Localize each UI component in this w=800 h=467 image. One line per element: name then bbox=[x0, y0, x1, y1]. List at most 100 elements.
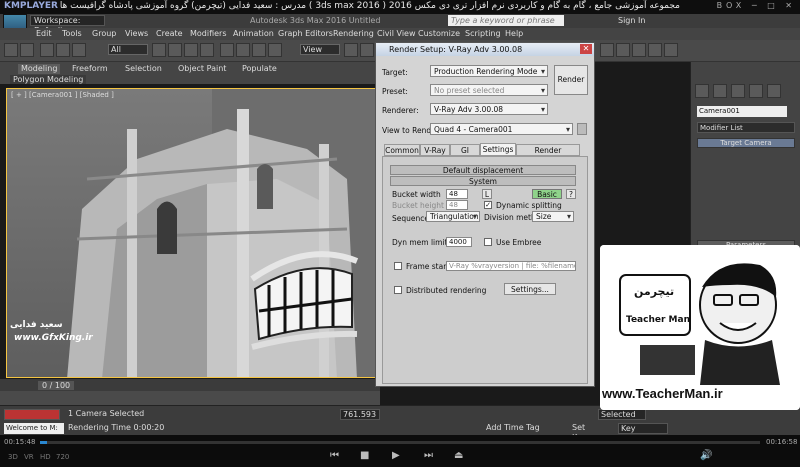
snap-icon[interactable] bbox=[360, 43, 374, 57]
bucket-width-input[interactable]: 48 bbox=[446, 189, 468, 199]
distributed-settings-button[interactable]: Settings... bbox=[504, 283, 556, 295]
workspace-dropdown[interactable]: Workspace: Default bbox=[30, 15, 105, 35]
display-tab-icon[interactable] bbox=[767, 84, 781, 98]
menu-rendering[interactable]: Rendering bbox=[333, 29, 374, 38]
rollout-default-displacement[interactable]: Default displacement bbox=[390, 165, 576, 175]
bucket-height-input[interactable]: 48 bbox=[446, 200, 468, 210]
use-embree-checkbox[interactable] bbox=[484, 238, 492, 246]
renderer-dropdown[interactable]: V-Ray Adv 3.00.08 bbox=[430, 103, 548, 115]
division-method-dropdown[interactable]: Size bbox=[532, 211, 574, 222]
menu-animation[interactable]: Animation bbox=[233, 29, 274, 38]
tab-settings[interactable]: Settings bbox=[480, 143, 516, 156]
player-window-controls[interactable]: BOX ─ □ ✕ bbox=[717, 1, 796, 10]
tab-gi[interactable]: GI bbox=[450, 144, 480, 156]
dyn-mem-input[interactable]: 4000 bbox=[446, 237, 472, 247]
frame-stamp-checkbox[interactable] bbox=[394, 262, 402, 270]
selection-filter-dropdown[interactable]: All bbox=[108, 44, 148, 55]
next-icon[interactable]: ⏭ bbox=[424, 450, 433, 461]
player-720-button[interactable]: 720 bbox=[56, 453, 69, 461]
ribbon-tab-object-paint[interactable]: Object Paint bbox=[178, 64, 226, 74]
ribbon-polygon-modeling[interactable]: Polygon Modeling bbox=[10, 75, 87, 84]
player-hd-button[interactable]: HD bbox=[40, 453, 51, 461]
modifier-stack-target-camera[interactable]: Target Camera bbox=[697, 138, 795, 148]
ribbon-tab-populate[interactable]: Populate bbox=[242, 64, 277, 74]
tab-vray[interactable]: V-Ray bbox=[420, 144, 450, 156]
menu-scripting[interactable]: Scripting bbox=[465, 29, 501, 38]
frame-counter[interactable]: 0 / 100 bbox=[38, 381, 75, 390]
render-button[interactable]: Render bbox=[554, 65, 588, 95]
modifier-list-dropdown[interactable]: Modifier List bbox=[697, 122, 795, 133]
motion-tab-icon[interactable] bbox=[749, 84, 763, 98]
dialog-title[interactable]: Render Setup: V-Ray Adv 3.00.08 bbox=[376, 43, 594, 56]
track-bar[interactable] bbox=[0, 391, 380, 405]
hierarchy-tab-icon[interactable] bbox=[731, 84, 745, 98]
view-to-render-dropdown[interactable]: Quad 4 - Camera001 bbox=[430, 123, 573, 135]
render-teapot-icon[interactable] bbox=[664, 43, 678, 57]
search-input[interactable]: Type a keyword or phrase bbox=[448, 15, 564, 26]
render-setup-icon[interactable] bbox=[616, 43, 630, 57]
window-crossing-icon[interactable] bbox=[200, 43, 214, 57]
close-icon[interactable]: ✕ bbox=[580, 44, 592, 54]
preset-dropdown[interactable]: No preset selected bbox=[430, 84, 548, 96]
selected-dropdown[interactable]: Selected bbox=[598, 409, 646, 420]
pivot-center-icon[interactable] bbox=[344, 43, 358, 57]
add-time-tag[interactable]: Add Time Tag bbox=[484, 423, 544, 434]
x-coordinate-field[interactable]: 761.593 bbox=[340, 409, 380, 420]
bind-spacewarp-icon[interactable] bbox=[72, 43, 86, 57]
rotate-icon[interactable] bbox=[236, 43, 250, 57]
set-key-button[interactable]: Set Key bbox=[570, 423, 598, 442]
lock-bucket-button[interactable]: L bbox=[482, 189, 492, 199]
sequence-dropdown[interactable]: Triangulation bbox=[426, 211, 480, 222]
menu-help[interactable]: Help bbox=[505, 29, 523, 38]
ribbon-tab-selection[interactable]: Selection bbox=[125, 64, 162, 74]
rectangle-selection-icon[interactable] bbox=[184, 43, 198, 57]
unlink-icon[interactable] bbox=[56, 43, 70, 57]
rendered-frame-window-icon[interactable] bbox=[632, 43, 646, 57]
stop-icon[interactable]: ■ bbox=[360, 450, 369, 461]
play-icon[interactable]: ▶ bbox=[392, 450, 400, 461]
menu-civil-view[interactable]: Civil View bbox=[377, 29, 416, 38]
distributed-rendering-checkbox[interactable] bbox=[394, 286, 402, 294]
link-icon[interactable] bbox=[40, 43, 54, 57]
time-slider[interactable]: 0 / 100 bbox=[0, 379, 380, 391]
undo-icon[interactable] bbox=[4, 43, 18, 57]
move-icon[interactable] bbox=[220, 43, 234, 57]
key-filters-button[interactable]: Key Filters... bbox=[618, 423, 668, 443]
eject-icon[interactable]: ⏏ bbox=[454, 450, 463, 461]
create-tab-icon[interactable] bbox=[695, 84, 709, 98]
select-object-icon[interactable] bbox=[152, 43, 166, 57]
rollout-system[interactable]: System bbox=[390, 176, 576, 186]
menu-tools[interactable]: Tools bbox=[62, 29, 82, 38]
tab-render-elements[interactable]: Render Elements bbox=[516, 144, 580, 166]
player-3d-button[interactable]: 3D bbox=[8, 453, 18, 461]
maxscript-listener[interactable] bbox=[4, 409, 60, 420]
select-by-name-icon[interactable] bbox=[168, 43, 182, 57]
ribbon-tab-freeform[interactable]: Freeform bbox=[72, 64, 108, 74]
ribbon-tab-modeling[interactable]: Modeling bbox=[18, 64, 61, 74]
lock-icon[interactable] bbox=[577, 123, 587, 135]
help-button[interactable]: ? bbox=[566, 189, 576, 199]
reference-coordinate-dropdown[interactable]: View bbox=[300, 44, 340, 55]
viewport-label[interactable]: [ + ] [Camera001 ] [Shaded ] bbox=[11, 91, 114, 99]
target-dropdown[interactable]: Production Rendering Mode bbox=[430, 65, 548, 77]
menu-create[interactable]: Create bbox=[156, 29, 183, 38]
menu-group[interactable]: Group bbox=[92, 29, 116, 38]
volume-icon[interactable]: 🔊 bbox=[700, 450, 712, 461]
player-vr-button[interactable]: VR bbox=[24, 453, 34, 461]
signin-button[interactable]: Sign In bbox=[618, 16, 645, 25]
menu-customize[interactable]: Customize bbox=[418, 29, 460, 38]
menu-graph-editors[interactable]: Graph Editors bbox=[278, 29, 333, 38]
dynamic-splitting-checkbox[interactable]: ✓ bbox=[484, 201, 492, 209]
render-production-icon[interactable] bbox=[648, 43, 662, 57]
basic-button[interactable]: Basic bbox=[532, 189, 562, 199]
object-name-field[interactable]: Camera001 bbox=[697, 106, 787, 117]
scale-icon[interactable] bbox=[252, 43, 266, 57]
player-seekbar[interactable] bbox=[40, 441, 760, 444]
menu-edit[interactable]: Edit bbox=[36, 29, 52, 38]
menu-views[interactable]: Views bbox=[125, 29, 148, 38]
welcome-field[interactable]: Welcome to M: bbox=[4, 423, 64, 434]
modify-tab-icon[interactable] bbox=[713, 84, 727, 98]
redo-icon[interactable] bbox=[20, 43, 34, 57]
material-editor-icon[interactable] bbox=[600, 43, 614, 57]
place-icon[interactable] bbox=[268, 43, 282, 57]
